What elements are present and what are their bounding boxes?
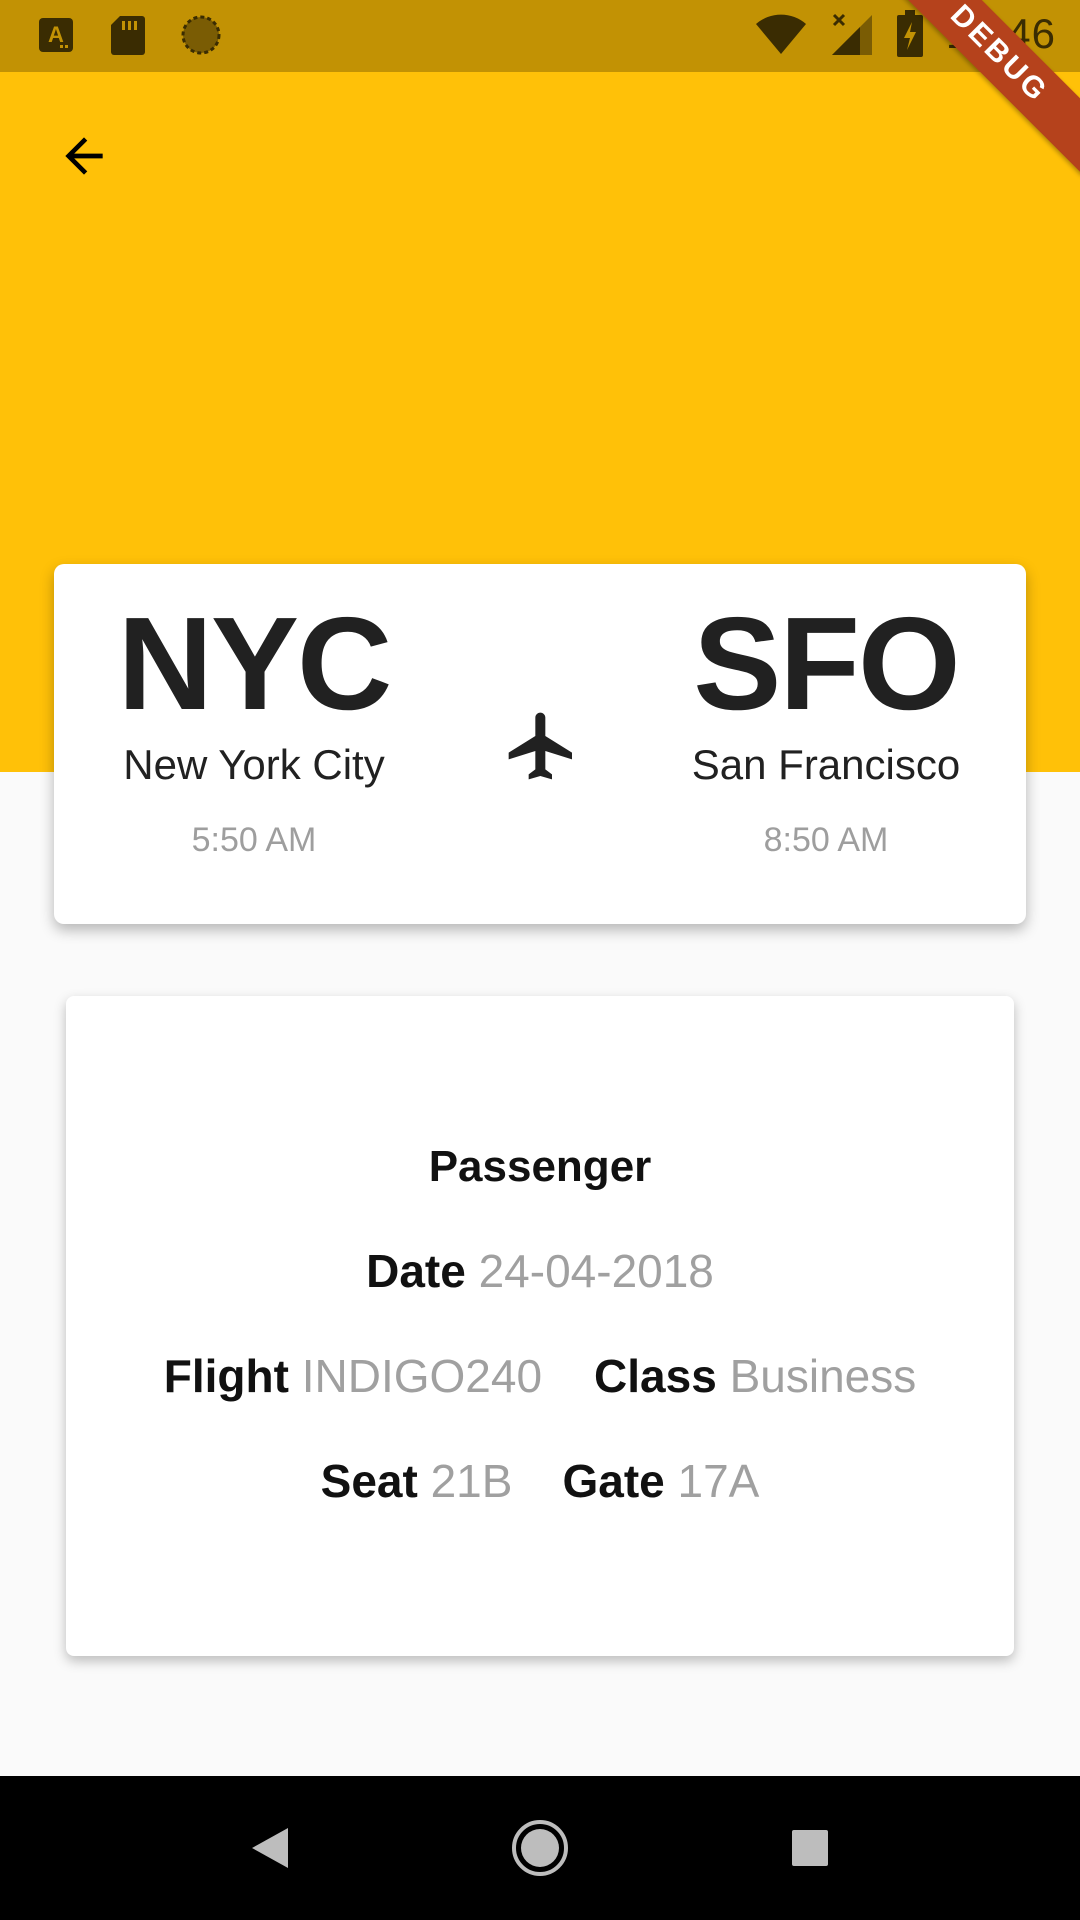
sync-circle-icon xyxy=(181,15,221,55)
class-value: Business xyxy=(729,1350,917,1402)
flight-class-row: Flight INDIGO240 Class Business xyxy=(66,1349,1014,1403)
flight-label: Flight xyxy=(163,1350,289,1402)
svg-text:A: A xyxy=(48,22,64,47)
square-recents-icon xyxy=(792,1830,828,1866)
notification-icons: A xyxy=(36,14,222,56)
arrow-left-icon xyxy=(65,137,103,175)
date-pair: Date 24-04-2018 xyxy=(366,1244,714,1298)
nav-home-button[interactable] xyxy=(504,1812,576,1884)
date-label: Date xyxy=(366,1245,466,1297)
passenger-details-card: Passenger Date 24-04-2018 Flight INDIGO2… xyxy=(66,996,1014,1656)
class-label: Class xyxy=(594,1350,717,1402)
battery-charging-icon xyxy=(896,10,923,57)
departure-time: 5:50 AM xyxy=(191,821,317,859)
class-pair: Class Business xyxy=(594,1349,916,1403)
nav-recents-button[interactable] xyxy=(774,1812,846,1884)
origin-city: New York City xyxy=(123,741,385,788)
triangle-back-icon xyxy=(252,1828,288,1868)
system-navigation-bar xyxy=(0,1776,1080,1920)
passenger-title: Passenger xyxy=(428,1142,652,1191)
seat-label: Seat xyxy=(320,1455,418,1507)
destination-airport: SFO San Francisco 8:50 AM xyxy=(676,564,976,860)
back-button[interactable] xyxy=(44,116,124,196)
destination-city: San Francisco xyxy=(691,741,961,788)
flight-pair: Flight INDIGO240 xyxy=(164,1349,542,1403)
seat-pair: Seat 21B xyxy=(321,1454,513,1508)
origin-airport: NYC New York City 5:50 AM xyxy=(104,564,404,860)
flight-value: INDIGO240 xyxy=(301,1350,543,1402)
seat-value: 21B xyxy=(430,1455,513,1507)
origin-code: NYC xyxy=(117,590,393,737)
date-row: Date 24-04-2018 xyxy=(66,1244,1014,1298)
wifi-icon xyxy=(755,14,806,54)
sd-card-icon xyxy=(111,16,145,55)
route-card: NYC New York City 5:50 AM SFO San Franci… xyxy=(54,564,1026,924)
keyboard-notification-icon: A xyxy=(39,18,73,52)
arrival-time: 8:50 AM xyxy=(763,821,889,859)
circle-home-icon xyxy=(512,1820,568,1876)
status-bar: A 10:46 xyxy=(0,0,1080,72)
nav-back-button[interactable] xyxy=(234,1812,306,1884)
gate-label: Gate xyxy=(562,1455,665,1507)
gate-value: 17A xyxy=(677,1455,760,1507)
destination-code: SFO xyxy=(693,590,960,737)
signal-icon xyxy=(831,13,872,55)
airplane-icon xyxy=(508,712,572,780)
gate-pair: Gate 17A xyxy=(562,1454,759,1508)
seat-gate-row: Seat 21B Gate 17A xyxy=(66,1454,1014,1508)
date-value: 24-04-2018 xyxy=(478,1245,714,1297)
